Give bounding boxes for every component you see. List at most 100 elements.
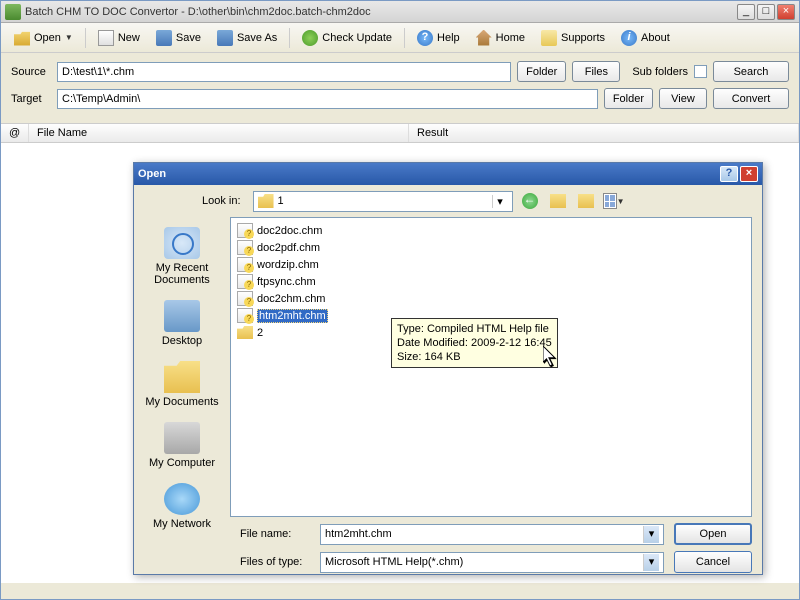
back-button[interactable] (519, 190, 541, 212)
file-name: wordzip.chm (257, 259, 319, 271)
close-button[interactable]: × (777, 4, 795, 20)
new-icon (98, 30, 114, 46)
up-folder-icon (550, 194, 566, 208)
supports-button[interactable]: Supports (534, 26, 612, 50)
list-header: @ File Name Result (1, 123, 799, 143)
dialog-toolbar: Look in: 1 ▾ ▼ (134, 185, 762, 217)
minimize-button[interactable]: _ (737, 4, 755, 20)
filetype-select[interactable]: Microsoft HTML Help(*.chm)▾ (320, 552, 664, 573)
maximize-button[interactable]: □ (757, 4, 775, 20)
filetype-label: Files of type: (240, 556, 310, 568)
search-button[interactable]: Search (713, 61, 789, 82)
file-item[interactable]: doc2chm.chm (235, 290, 747, 307)
chm-file-icon (237, 274, 253, 289)
dialog-help-button[interactable]: ? (720, 166, 738, 182)
chm-file-icon (237, 223, 253, 238)
filename-input[interactable]: htm2mht.chm▾ (320, 524, 664, 545)
lookin-value: 1 (278, 195, 284, 207)
views-button[interactable]: ▼ (603, 190, 625, 212)
saveas-icon (217, 30, 233, 46)
recent-icon (164, 227, 200, 259)
places-bar: My Recent Documents Desktop My Documents… (134, 217, 230, 517)
back-icon (522, 193, 538, 209)
source-folder-button[interactable]: Folder (517, 61, 566, 82)
separator (404, 28, 405, 48)
file-pane[interactable]: doc2doc.chm doc2pdf.chm wordzip.chm ftpsync… (230, 217, 752, 517)
dialog-titlebar: Open ? × (134, 163, 762, 185)
target-input[interactable] (57, 89, 598, 109)
chm-file-icon (237, 308, 253, 323)
place-mycomp[interactable]: My Computer (140, 418, 224, 473)
supports-icon (541, 30, 557, 46)
dialog-close-button[interactable]: × (740, 166, 758, 182)
desktop-icon (164, 300, 200, 332)
app-icon (5, 4, 21, 20)
open-button[interactable]: Open▼ (7, 26, 80, 50)
col-at[interactable]: @ (1, 124, 29, 142)
file-item[interactable]: wordzip.chm (235, 256, 747, 273)
check-update-button[interactable]: Check Update (295, 26, 399, 50)
source-files-button[interactable]: Files (572, 61, 620, 82)
new-folder-button[interactable] (575, 190, 597, 212)
col-filename[interactable]: File Name (29, 124, 409, 142)
target-view-button[interactable]: View (659, 88, 707, 109)
lookin-label: Look in: (202, 195, 241, 207)
saveas-button[interactable]: Save As (210, 26, 284, 50)
network-icon (164, 483, 200, 515)
chm-file-icon (237, 291, 253, 306)
file-item[interactable]: ftpsync.chm (235, 273, 747, 290)
save-icon (156, 30, 172, 46)
place-desktop[interactable]: Desktop (140, 296, 224, 351)
help-icon: ? (417, 30, 433, 46)
chm-file-icon (237, 240, 253, 255)
target-label: Target (11, 93, 51, 105)
new-folder-icon (578, 194, 594, 208)
file-name: doc2pdf.chm (257, 242, 320, 254)
about-icon: i (621, 30, 637, 46)
dialog-body: My Recent Documents Desktop My Documents… (134, 217, 762, 517)
lookin-select[interactable]: 1 ▾ (253, 191, 513, 212)
views-icon (603, 193, 617, 209)
file-tooltip: Type: Compiled HTML Help file Date Modif… (391, 318, 558, 368)
about-button[interactable]: iAbout (614, 26, 677, 50)
dialog-bottom: File name: htm2mht.chm▾ Open Files of ty… (134, 517, 762, 589)
new-button[interactable]: New (91, 26, 147, 50)
dialog-title: Open (138, 168, 718, 180)
mydocs-icon (164, 361, 200, 393)
help-button[interactable]: ?Help (410, 26, 467, 50)
file-name: doc2doc.chm (257, 225, 322, 237)
window-title: Batch CHM TO DOC Convertor - D:\other\bi… (25, 6, 737, 18)
chevron-down-icon: ▾ (643, 526, 659, 543)
titlebar: Batch CHM TO DOC Convertor - D:\other\bi… (1, 1, 799, 23)
dialog-open-button[interactable]: Open (674, 523, 752, 545)
source-label: Source (11, 66, 51, 78)
subfolders-checkbox[interactable] (694, 65, 707, 78)
dialog-cancel-button[interactable]: Cancel (674, 551, 752, 573)
up-button[interactable] (547, 190, 569, 212)
target-folder-button[interactable]: Folder (604, 88, 653, 109)
chevron-down-icon: ▾ (643, 554, 659, 571)
file-item[interactable]: doc2doc.chm (235, 222, 747, 239)
file-name: ftpsync.chm (257, 276, 316, 288)
chevron-down-icon: ▼ (65, 33, 73, 42)
toolbar: Open▼ New Save Save As Check Update ?Hel… (1, 23, 799, 53)
save-button[interactable]: Save (149, 26, 208, 50)
place-network[interactable]: My Network (140, 479, 224, 534)
home-button[interactable]: Home (469, 26, 532, 50)
source-input[interactable] (57, 62, 511, 82)
check-icon (302, 30, 318, 46)
file-item[interactable]: doc2pdf.chm (235, 239, 747, 256)
home-icon (476, 30, 492, 46)
open-icon (14, 30, 30, 46)
place-mydocs[interactable]: My Documents (140, 357, 224, 412)
chm-file-icon (237, 257, 253, 272)
open-dialog: Open ? × Look in: 1 ▾ ▼ My Recent Docume… (133, 162, 763, 575)
file-name: 2 (257, 327, 263, 339)
chevron-down-icon: ▾ (492, 195, 508, 208)
place-recent[interactable]: My Recent Documents (140, 223, 224, 290)
col-result[interactable]: Result (409, 124, 799, 142)
separator (85, 28, 86, 48)
convert-button[interactable]: Convert (713, 88, 789, 109)
mycomp-icon (164, 422, 200, 454)
separator (289, 28, 290, 48)
